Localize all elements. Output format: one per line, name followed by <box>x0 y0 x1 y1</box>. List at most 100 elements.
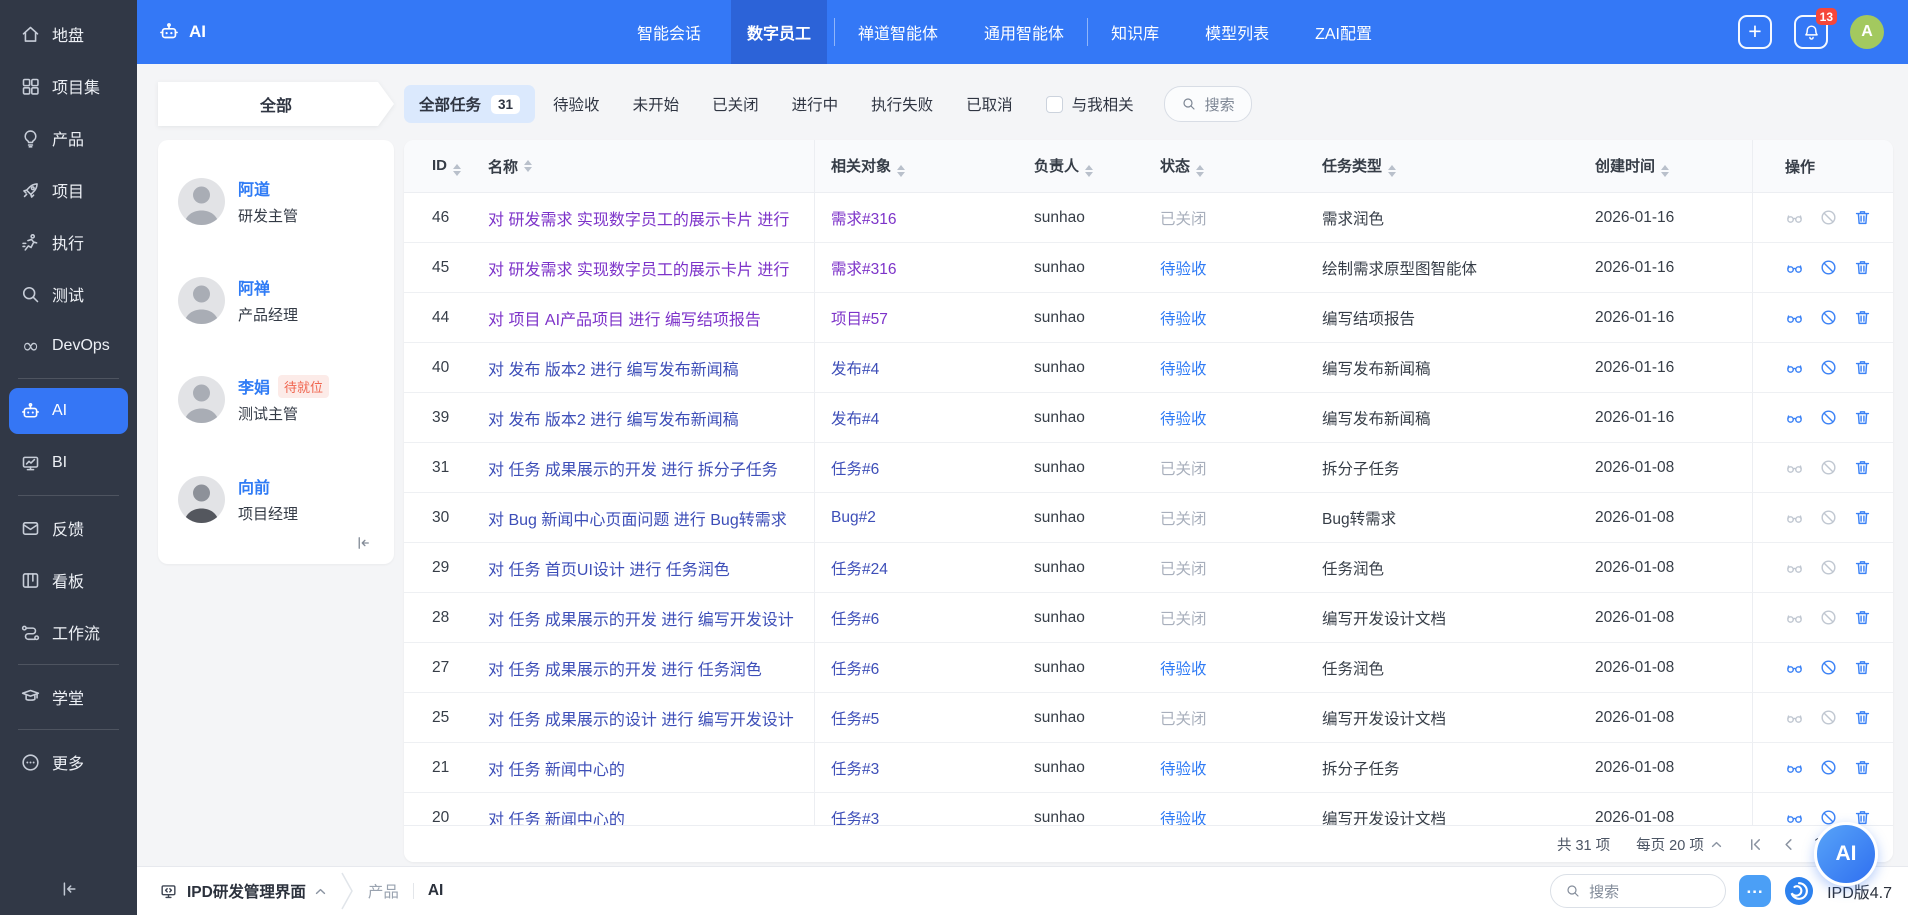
breadcrumb-ai[interactable]: AI <box>428 882 444 900</box>
tab-cancelled[interactable]: 已取消 <box>966 93 1013 115</box>
add-button[interactable]: + <box>1738 15 1772 49</box>
review-glasses-icon[interactable] <box>1785 408 1804 427</box>
table-row[interactable]: 31 对 任务 成果展示的开发 进行 拆分子任务 任务#6 sunhao 已关闭… <box>404 443 1893 493</box>
column-header-name[interactable]: 名称 <box>488 140 815 192</box>
delete-icon[interactable] <box>1853 508 1872 527</box>
cancel-icon[interactable] <box>1819 458 1838 477</box>
user-avatar[interactable]: A <box>1850 15 1884 49</box>
cancel-icon[interactable] <box>1819 758 1838 777</box>
sidebar-item-test[interactable]: 测试 <box>0 268 137 320</box>
sidebar-item-devops[interactable]: ∞ DevOps <box>0 320 137 372</box>
sort-icon[interactable] <box>1085 165 1093 177</box>
person-name[interactable]: 李娟 <box>238 374 270 398</box>
delete-icon[interactable] <box>1853 408 1872 427</box>
first-page-button[interactable] <box>1748 837 1763 852</box>
topnav-digital-employee[interactable]: 数字员工 <box>731 0 827 64</box>
sidebar-item-ai[interactable]: AI <box>9 388 128 434</box>
related-to-me-checkbox[interactable] <box>1046 96 1063 113</box>
delete-icon[interactable] <box>1853 608 1872 627</box>
review-glasses-icon[interactable] <box>1785 758 1804 777</box>
task-name-link[interactable]: 对 任务 新闻中心的 <box>488 806 625 828</box>
delete-icon[interactable] <box>1853 758 1872 777</box>
review-glasses-icon[interactable] <box>1785 208 1804 227</box>
cancel-icon[interactable] <box>1819 208 1838 227</box>
cancel-icon[interactable] <box>1819 608 1838 627</box>
sidebar-item-execution[interactable]: 执行 <box>0 216 137 268</box>
person-achan[interactable]: 阿禅 产品经理 <box>178 275 298 325</box>
person-name[interactable]: 阿禅 <box>238 275 270 299</box>
related-object-link[interactable]: 任务#3 <box>831 761 879 778</box>
review-glasses-icon[interactable] <box>1785 258 1804 277</box>
table-row[interactable]: 25 对 任务 成果展示的设计 进行 编写开发设计 任务#5 sunhao 已关… <box>404 693 1893 743</box>
sidebar-item-bi[interactable]: BI <box>0 437 137 489</box>
related-object-link[interactable]: 发布#4 <box>831 361 879 378</box>
table-row[interactable]: 40 对 发布 版本2 进行 编写发布新闻稿 发布#4 sunhao 待验收 编… <box>404 343 1893 393</box>
person-name[interactable]: 向前 <box>238 474 270 498</box>
tab-not-started[interactable]: 未开始 <box>633 93 680 115</box>
table-row[interactable]: 29 对 任务 首页UI设计 进行 任务润色 任务#24 sunhao 已关闭 … <box>404 543 1893 593</box>
sidebar-item-product[interactable]: 产品 <box>0 112 137 164</box>
breadcrumb-product[interactable]: 产品 <box>368 880 399 902</box>
sidebar-collapse-button[interactable] <box>0 879 137 899</box>
sidebar-item-kanban[interactable]: 看板 <box>0 554 137 606</box>
related-object-link[interactable]: 任务#6 <box>831 611 879 628</box>
feedback-chat-icon[interactable]: ... <box>1739 875 1771 907</box>
delete-icon[interactable] <box>1853 558 1872 577</box>
table-row[interactable]: 44 对 项目 AI产品项目 进行 编写结项报告 项目#57 sunhao 待验… <box>404 293 1893 343</box>
scope-ribbon[interactable]: 全部 <box>158 82 394 126</box>
ai-assistant-fab[interactable]: AI <box>1814 822 1878 886</box>
zentao-logo-icon[interactable] <box>1784 876 1814 906</box>
column-header-created[interactable]: 创建时间 <box>1585 155 1752 177</box>
table-row[interactable]: 28 对 任务 成果展示的开发 进行 编写开发设计 任务#6 sunhao 已关… <box>404 593 1893 643</box>
sort-icon[interactable] <box>1661 165 1669 177</box>
sidebar-item-feedback[interactable]: 反馈 <box>0 502 137 554</box>
task-name-link[interactable]: 对 任务 成果展示的开发 进行 任务润色 <box>488 656 762 680</box>
sidebar-item-program[interactable]: 项目集 <box>0 60 137 112</box>
task-name-link[interactable]: 对 任务 成果展示的开发 进行 拆分子任务 <box>488 456 778 480</box>
review-glasses-icon[interactable] <box>1785 708 1804 727</box>
topnav-model-list[interactable]: 模型列表 <box>1182 0 1292 64</box>
person-xiangqian[interactable]: 向前 项目经理 <box>178 474 298 524</box>
table-row[interactable]: 39 对 发布 版本2 进行 编写发布新闻稿 发布#4 sunhao 待验收 编… <box>404 393 1893 443</box>
column-header-owner[interactable]: 负责人 <box>1024 155 1150 177</box>
task-name-link[interactable]: 对 任务 首页UI设计 进行 任务润色 <box>488 556 730 580</box>
column-header-type[interactable]: 任务类型 <box>1312 155 1585 177</box>
related-to-me-filter[interactable]: 与我相关 <box>1046 93 1134 115</box>
delete-icon[interactable] <box>1853 708 1872 727</box>
related-object-link[interactable]: Bug#2 <box>831 509 876 526</box>
task-name-link[interactable]: 对 任务 成果展示的开发 进行 编写开发设计 <box>488 606 794 630</box>
tab-failed[interactable]: 执行失败 <box>871 93 933 115</box>
task-name-link[interactable]: 对 研发需求 实现数字员工的展示卡片 进行 <box>488 256 789 280</box>
delete-icon[interactable] <box>1853 458 1872 477</box>
topnav-zai-config[interactable]: ZAI配置 <box>1292 0 1395 64</box>
tab-all-tasks[interactable]: 全部任务 31 <box>404 85 535 123</box>
review-glasses-icon[interactable] <box>1785 508 1804 527</box>
related-object-link[interactable]: 需求#316 <box>831 261 896 278</box>
person-lijuan[interactable]: 李娟 待就位 测试主管 <box>178 374 329 424</box>
sort-icon[interactable] <box>524 160 532 172</box>
task-name-link[interactable]: 对 项目 AI产品项目 进行 编写结项报告 <box>488 306 761 330</box>
column-header-related[interactable]: 相关对象 <box>815 155 1024 177</box>
review-glasses-icon[interactable] <box>1785 458 1804 477</box>
per-page-selector[interactable]: 每页 20 项 <box>1636 834 1722 855</box>
review-glasses-icon[interactable] <box>1785 358 1804 377</box>
review-glasses-icon[interactable] <box>1785 308 1804 327</box>
review-glasses-icon[interactable] <box>1785 658 1804 677</box>
task-name-link[interactable]: 对 发布 版本2 进行 编写发布新闻稿 <box>488 406 739 430</box>
sidebar-item-school[interactable]: 学堂 <box>0 671 137 723</box>
notifications-button[interactable]: 13 <box>1794 15 1828 49</box>
cancel-icon[interactable] <box>1819 258 1838 277</box>
panel-collapse-button[interactable] <box>354 534 372 552</box>
topnav-zentao-agent[interactable]: 禅道智能体 <box>835 0 961 64</box>
cancel-icon[interactable] <box>1819 658 1838 677</box>
related-object-link[interactable]: 发布#4 <box>831 411 879 428</box>
delete-icon[interactable] <box>1853 658 1872 677</box>
review-glasses-icon[interactable] <box>1785 558 1804 577</box>
sidebar-item-more[interactable]: 更多 <box>0 736 137 788</box>
table-row[interactable]: 27 对 任务 成果展示的开发 进行 任务润色 任务#6 sunhao 待验收 … <box>404 643 1893 693</box>
tab-closed[interactable]: 已关闭 <box>712 93 759 115</box>
task-name-link[interactable]: 对 任务 成果展示的设计 进行 编写开发设计 <box>488 706 794 730</box>
related-object-link[interactable]: 需求#316 <box>831 211 896 228</box>
tab-pending-accept[interactable]: 待验收 <box>553 93 600 115</box>
related-object-link[interactable]: 任务#6 <box>831 461 879 478</box>
